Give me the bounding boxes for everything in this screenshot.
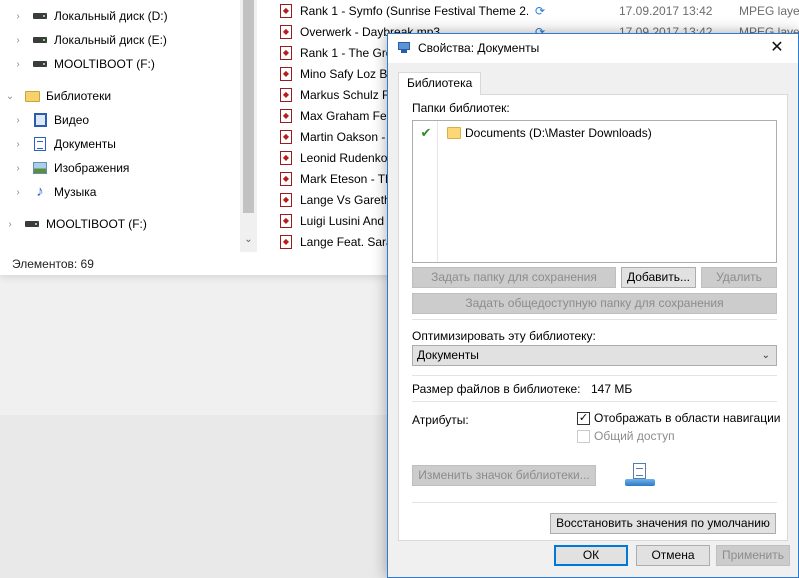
audio-file-icon: ◆: [280, 171, 292, 186]
remove-folder-button[interactable]: Удалить: [701, 267, 777, 288]
audio-file-icon: ◆: [280, 66, 292, 81]
nav-item[interactable]: › Документы: [12, 132, 116, 156]
scroll-down-icon[interactable]: ⌄: [240, 234, 257, 245]
ok-button[interactable]: ОК: [554, 545, 628, 566]
library-properties-icon: [397, 42, 411, 54]
chevron-right-icon[interactable]: ›: [4, 219, 16, 230]
close-icon[interactable]: ✕: [756, 34, 798, 63]
audio-file-icon: ◆: [280, 24, 292, 39]
library-size-value: 147 МБ: [591, 382, 633, 396]
video-icon: [32, 113, 48, 127]
chevron-right-icon[interactable]: ›: [12, 187, 24, 198]
checkbox-unchecked-icon[interactable]: [577, 429, 590, 443]
nav-item[interactable]: ⌄ Библиотеки: [4, 84, 111, 108]
audio-file-icon: ◆: [280, 213, 292, 228]
navigation-pane: › Локальный диск (D:) › Локальный диск (E:)…: [0, 0, 257, 252]
library-folder-item[interactable]: ✔ Documents (D:\Master Downloads): [418, 124, 652, 142]
default-save-check-icon: ✔: [420, 125, 432, 140]
divider: [412, 375, 777, 376]
nav-item-label: Библиотеки: [46, 89, 112, 103]
nav-item[interactable]: › Локальный диск (E:): [12, 28, 167, 52]
audio-file-icon: ◆: [280, 129, 292, 144]
dialog-title: Свойства: Документы: [418, 41, 540, 55]
drive-icon: [32, 33, 48, 47]
add-folder-button[interactable]: Добавить...: [621, 267, 696, 288]
dialog-titlebar[interactable]: Свойства: Документы ✕: [388, 34, 798, 63]
chevron-right-icon[interactable]: ›: [12, 139, 24, 150]
library-properties-dialog: Свойства: Документы ✕ Библиотека Папки б…: [387, 33, 799, 578]
library-icon-preview: [625, 463, 655, 487]
file-date: 17.09.2017 13:42: [619, 3, 713, 18]
nav-scrollbar-thumb[interactable]: [243, 0, 254, 213]
drive-icon: [32, 57, 48, 71]
documents-icon: [32, 137, 48, 151]
chevron-right-icon[interactable]: ›: [12, 59, 24, 70]
file-type: MPEG layer: [739, 3, 799, 18]
nav-item-label: Изображения: [54, 161, 130, 175]
change-library-icon-button[interactable]: Изменить значок библиотеки...: [412, 465, 596, 486]
library-folders-label: Папки библиотек:: [412, 101, 510, 115]
nav-item-label: Локальный диск (E:): [54, 33, 167, 47]
chevron-right-icon[interactable]: ›: [12, 115, 24, 126]
folder-path: Documents (D:\Master Downloads): [465, 126, 652, 140]
nav-item-label: MOOLTIBOOT (F:): [54, 57, 155, 71]
sync-icon: ⟳: [535, 3, 546, 18]
attributes-label: Атрибуты:: [412, 413, 469, 427]
library-tab-panel: Папки библиотек: ✔ Documents (D:\Master …: [398, 94, 788, 541]
checkbox-checked-icon[interactable]: ✓: [577, 411, 590, 425]
chevron-down-icon: ⌄: [761, 350, 770, 361]
divider: [412, 502, 777, 503]
nav-item-label: Видео: [54, 113, 90, 127]
drive-icon: [24, 217, 40, 231]
library-icon: [24, 89, 40, 103]
music-icon: ♪: [36, 183, 44, 200]
nav-item[interactable]: › MOOLTIBOOT (F:): [4, 212, 147, 236]
nav-item-label: Музыка: [54, 185, 97, 199]
restore-defaults-button[interactable]: Восстановить значения по умолчанию: [550, 513, 776, 534]
audio-file-icon: ◆: [280, 234, 292, 249]
file-name: Rank 1 - Symfo (Sunrise Festival Theme 2…: [300, 3, 528, 18]
nav-scrollbar[interactable]: ⌄: [240, 0, 257, 252]
nav-item[interactable]: › Локальный диск (D:): [12, 4, 168, 28]
file-row[interactable]: ◆ Rank 1 - Symfo (Sunrise Festival Theme …: [276, 0, 799, 21]
audio-file-icon: ◆: [280, 87, 292, 102]
cancel-button[interactable]: Отмена: [636, 545, 710, 566]
library-size-label: Размер файлов в библиотеке:: [412, 382, 581, 396]
show-in-navigation-label: Отображать в области навигации: [594, 411, 781, 425]
audio-file-icon: ◆: [280, 192, 292, 207]
item-count: Элементов: 69: [12, 257, 94, 271]
divider: [412, 319, 777, 320]
shared-checkbox[interactable]: Общий доступ: [577, 429, 675, 443]
pictures-icon: [32, 161, 48, 175]
optimize-library-select[interactable]: Документы ⌄: [412, 345, 777, 366]
nav-item[interactable]: › Изображения: [12, 156, 129, 180]
library-folders-list[interactable]: ✔ Documents (D:\Master Downloads): [412, 120, 777, 263]
optimize-selected-value: Документы: [417, 348, 479, 362]
shared-label: Общий доступ: [594, 429, 675, 443]
nav-item-label: Документы: [54, 137, 116, 151]
audio-file-icon: ◆: [280, 3, 292, 18]
nav-item[interactable]: › Видео: [12, 108, 89, 132]
nav-item[interactable]: › MOOLTIBOOT (F:): [12, 52, 155, 76]
divider: [412, 401, 777, 402]
chevron-right-icon[interactable]: ›: [12, 163, 24, 174]
set-public-save-folder-button[interactable]: Задать общедоступную папку для сохранени…: [412, 293, 777, 314]
folder-icon: [447, 127, 461, 139]
audio-file-icon: ◆: [280, 108, 292, 123]
optimize-label: Оптимизировать эту библиотеку:: [412, 329, 596, 343]
tab-library[interactable]: Библиотека: [398, 72, 482, 95]
nav-item-label: MOOLTIBOOT (F:): [46, 217, 147, 231]
audio-file-icon: ◆: [280, 150, 292, 165]
apply-button[interactable]: Применить: [716, 545, 790, 566]
show-in-navigation-checkbox[interactable]: ✓ Отображать в области навигации: [577, 411, 780, 425]
nav-item[interactable]: › ♪ Музыка: [12, 180, 96, 204]
nav-item-label: Локальный диск (D:): [54, 9, 168, 23]
drive-icon: [32, 9, 48, 23]
chevron-right-icon[interactable]: ›: [12, 11, 24, 22]
set-save-folder-button[interactable]: Задать папку для сохранения: [412, 267, 616, 288]
audio-file-icon: ◆: [280, 45, 292, 60]
chevron-right-icon[interactable]: ›: [12, 35, 24, 46]
chevron-down-icon[interactable]: ⌄: [4, 91, 16, 102]
